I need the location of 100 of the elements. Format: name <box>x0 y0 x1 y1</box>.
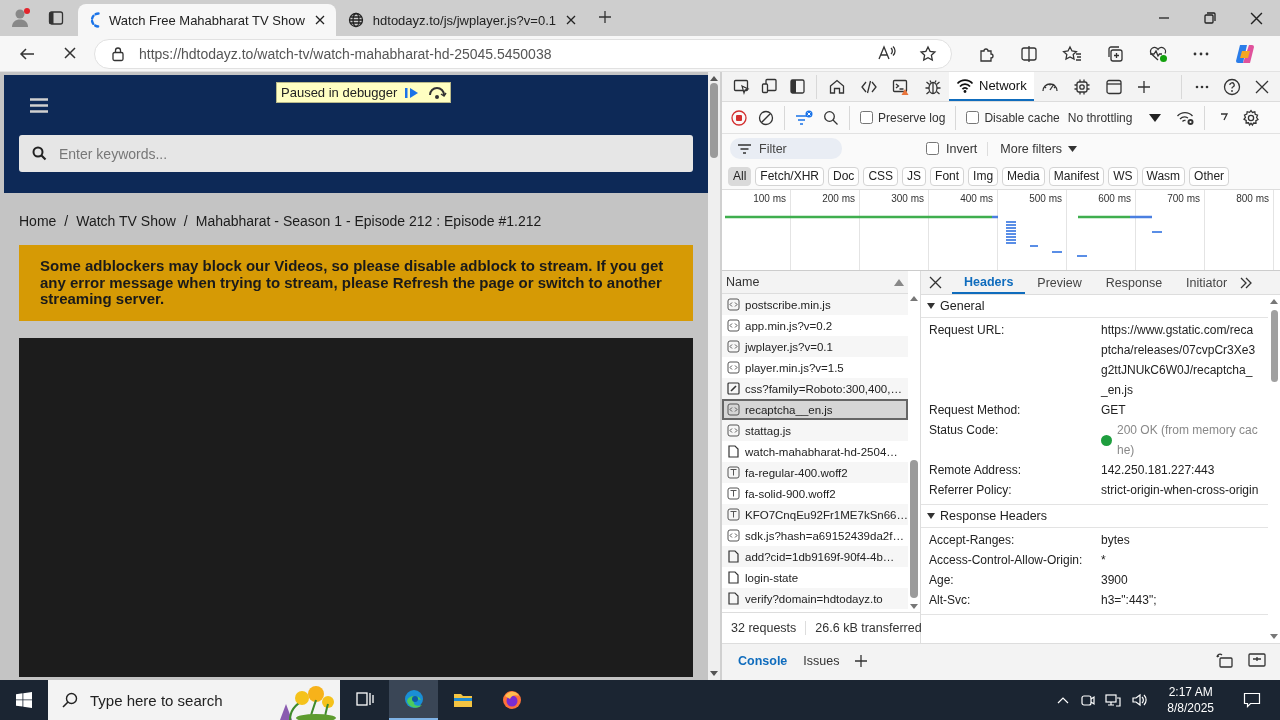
inspect-element-icon[interactable] <box>733 77 751 96</box>
request-row[interactable]: stattag.js <box>722 420 908 441</box>
section-header[interactable]: General <box>921 295 1268 318</box>
close-icon[interactable] <box>565 14 577 26</box>
type-filter-chip[interactable]: CSS <box>863 166 899 186</box>
double-chevron-icon[interactable] <box>1239 277 1254 289</box>
meet-now-icon[interactable] <box>1079 692 1096 708</box>
drawer-toggle-icon[interactable] <box>1248 653 1266 667</box>
type-filter-chip[interactable]: Manifest <box>1048 166 1105 186</box>
request-row[interactable]: login-state <box>722 567 908 588</box>
type-filter-chip[interactable]: Media <box>1002 166 1045 186</box>
type-filter-chip[interactable]: Font <box>930 166 965 186</box>
taskbar-search-field[interactable]: Type here to search <box>48 680 340 720</box>
scroll-down-icon[interactable] <box>710 671 718 677</box>
home-icon[interactable] <box>828 77 846 96</box>
column-header[interactable]: Name <box>722 271 908 294</box>
request-row[interactable]: KFO7CnqEu92Fr1ME7kSn66… <box>722 504 908 525</box>
request-row[interactable]: sdk.js?hash=a69152439da2f… <box>722 525 908 546</box>
details-tab[interactable]: Headers <box>952 272 1026 294</box>
scrollbar-thumb[interactable] <box>1270 310 1278 382</box>
type-filter-chip[interactable]: JS <box>902 166 927 186</box>
scroll-up-icon[interactable] <box>1270 298 1278 304</box>
expanded-triangle-icon[interactable] <box>927 512 935 520</box>
scroll-up-icon[interactable] <box>710 75 718 81</box>
favorites-icon[interactable] <box>1062 44 1082 63</box>
search-field[interactable]: Enter keywords... <box>19 135 693 172</box>
read-aloud-icon[interactable] <box>877 44 897 61</box>
star-icon[interactable] <box>919 44 937 63</box>
address-bar[interactable]: https://hdtodayz.to/watch-tv/watch-mahabharat-hd-25045.5450038 <box>94 38 952 69</box>
drawer-tab[interactable]: Issues <box>795 647 848 675</box>
request-row[interactable]: player.min.js?v=1.5 <box>722 357 908 378</box>
collections-icon[interactable] <box>1106 44 1124 63</box>
clock-time[interactable]: 2:17 AM <box>1168 684 1213 700</box>
add-tab-icon[interactable] <box>854 654 869 668</box>
request-row[interactable]: fa-regular-400.woff2 <box>722 462 908 483</box>
type-filter-chip[interactable]: All <box>728 166 752 186</box>
type-filter-chip[interactable]: Fetch/XHR <box>755 166 825 186</box>
section-header[interactable]: Response Headers <box>921 505 1268 528</box>
search-icon[interactable] <box>822 109 839 126</box>
details-tab[interactable]: Initiator <box>1174 272 1240 294</box>
breadcrumb-link[interactable]: Home <box>19 213 57 229</box>
window-icon[interactable] <box>1104 77 1123 96</box>
close-icon[interactable] <box>1255 79 1269 94</box>
chevron-up-icon[interactable] <box>1057 696 1070 704</box>
drawer-tab[interactable]: Console <box>730 647 796 675</box>
request-row[interactable]: jwplayer.js?v=0.1 <box>722 336 908 357</box>
device-emulation-icon[interactable] <box>761 77 779 96</box>
more-filters-dropdown[interactable]: More filters <box>1000 141 1078 156</box>
close-icon[interactable] <box>1250 11 1263 25</box>
scroll-up-icon[interactable] <box>910 295 918 301</box>
type-filter-chip[interactable]: Wasm <box>1141 166 1186 186</box>
windows-start-icon[interactable] <box>16 692 32 708</box>
dock-drawer-icon[interactable] <box>1216 653 1234 669</box>
step-over-icon[interactable] <box>427 85 448 100</box>
type-filter-chip[interactable]: Doc <box>828 166 860 186</box>
restore-icon[interactable] <box>1204 12 1216 24</box>
details-tab[interactable]: Preview <box>1025 272 1094 294</box>
request-row[interactable]: watch-mahabharat-hd-2504… <box>722 441 908 462</box>
close-icon[interactable] <box>313 14 326 26</box>
browser-tab[interactable]: Watch Free Mahabharat TV Show <box>78 4 336 36</box>
scrollbar-thumb[interactable] <box>910 460 918 598</box>
checkbox[interactable] <box>860 111 873 124</box>
checkbox[interactable] <box>926 142 939 155</box>
settings-icon[interactable] <box>1241 108 1260 127</box>
new-tab-icon[interactable] <box>597 9 613 25</box>
close-icon[interactable] <box>929 276 942 289</box>
throttling-select[interactable]: No throttling <box>1067 110 1133 125</box>
request-row[interactable]: app.min.js?v=0.2 <box>722 315 908 336</box>
scroll-down-icon[interactable] <box>1270 634 1278 640</box>
stop-icon[interactable] <box>62 44 78 61</box>
scroll-down-icon[interactable] <box>910 604 918 610</box>
request-row[interactable]: fa-solid-900.woff2 <box>722 483 908 504</box>
profile-icon[interactable] <box>10 7 32 29</box>
firefox-browser-icon[interactable] <box>501 690 522 710</box>
clear-icon[interactable] <box>757 109 774 126</box>
tab-actions-icon[interactable] <box>48 10 64 26</box>
filter-icon[interactable] <box>794 109 813 126</box>
details-tab[interactable]: Response <box>1093 272 1175 294</box>
type-filter-chip[interactable]: Other <box>1189 166 1230 186</box>
browser-tab[interactable]: hdtodayz.to/js/jwplayer.js?v=0.1 <box>335 4 587 36</box>
record-stop-icon[interactable] <box>730 109 747 126</box>
checkbox[interactable] <box>966 111 980 124</box>
edge-browser-icon[interactable] <box>403 689 424 709</box>
expanded-triangle-icon[interactable] <box>927 302 935 310</box>
bug-icon[interactable] <box>924 77 942 96</box>
request-row[interactable]: recaptcha__en.js <box>722 399 908 420</box>
split-screen-icon[interactable] <box>1020 44 1038 63</box>
request-row[interactable]: verify?domain=hdtodayz.to <box>722 588 908 609</box>
network-icon[interactable] <box>1105 692 1122 708</box>
scrollbar-thumb[interactable] <box>710 83 718 158</box>
heartbeat-icon[interactable] <box>1148 44 1168 63</box>
volume-icon[interactable] <box>1131 692 1150 708</box>
request-row[interactable]: postscribe.min.js <box>722 294 908 315</box>
sort-caret-icon[interactable] <box>894 278 904 286</box>
request-row[interactable]: add?cid=1db9169f-90f4-4b… <box>722 546 908 567</box>
add-panel-icon[interactable] <box>1135 78 1152 95</box>
menu-icon[interactable] <box>30 97 48 113</box>
console-warning-icon[interactable] <box>892 77 910 96</box>
copilot-icon[interactable] <box>1234 42 1256 65</box>
sidebar-toggle-icon[interactable] <box>789 77 807 96</box>
